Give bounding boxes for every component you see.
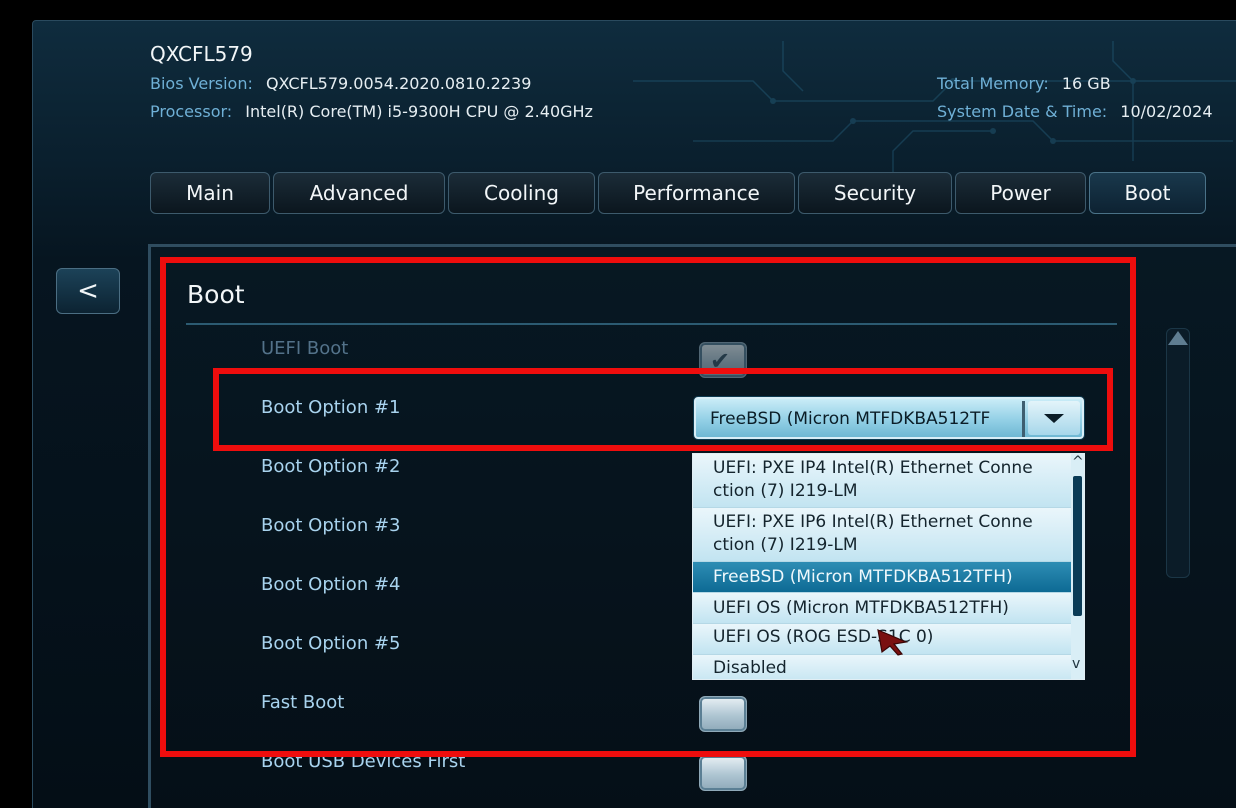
bios-version-value: QXCFL579.0054.2020.0810.2239 bbox=[265, 74, 532, 93]
total-memory-value: 16 GB bbox=[1061, 74, 1111, 93]
back-button[interactable]: < bbox=[56, 268, 120, 314]
panel-scrollbar[interactable] bbox=[1166, 328, 1190, 578]
main-tab-bar: Main Advanced Cooling Performance Securi… bbox=[150, 172, 1206, 214]
tab-security[interactable]: Security bbox=[798, 172, 952, 214]
tab-performance[interactable]: Performance bbox=[598, 172, 795, 214]
tab-advanced[interactable]: Advanced bbox=[273, 172, 445, 214]
total-memory-label: Total Memory: bbox=[937, 74, 1049, 93]
bios-version-row: Bios Version: QXCFL579.0054.2020.0810.22… bbox=[150, 74, 531, 93]
scroll-up-icon[interactable] bbox=[1168, 331, 1188, 345]
annotation-highlight-outer bbox=[160, 257, 1136, 757]
bios-version-label: Bios Version: bbox=[150, 74, 253, 93]
system-datetime-row: System Date & Time: 10/02/2024 bbox=[937, 102, 1213, 121]
tab-cooling[interactable]: Cooling bbox=[448, 172, 595, 214]
tab-main[interactable]: Main bbox=[150, 172, 270, 214]
processor-value: Intel(R) Core(TM) i5-9300H CPU @ 2.40GHz bbox=[245, 102, 593, 121]
tab-boot[interactable]: Boot bbox=[1089, 172, 1206, 214]
system-datetime-label: System Date & Time: bbox=[937, 102, 1108, 121]
total-memory-row: Total Memory: 16 GB bbox=[937, 74, 1111, 93]
tab-power[interactable]: Power bbox=[955, 172, 1086, 214]
processor-label: Processor: bbox=[150, 102, 233, 121]
boot-usb-first-checkbox[interactable] bbox=[699, 755, 747, 791]
system-datetime-value: 10/02/2024 bbox=[1120, 102, 1213, 121]
annotation-highlight-boot-option-1 bbox=[213, 368, 1113, 451]
system-model: QXCFL579 bbox=[150, 42, 253, 66]
processor-row: Processor: Intel(R) Core(TM) i5-9300H CP… bbox=[150, 102, 593, 121]
